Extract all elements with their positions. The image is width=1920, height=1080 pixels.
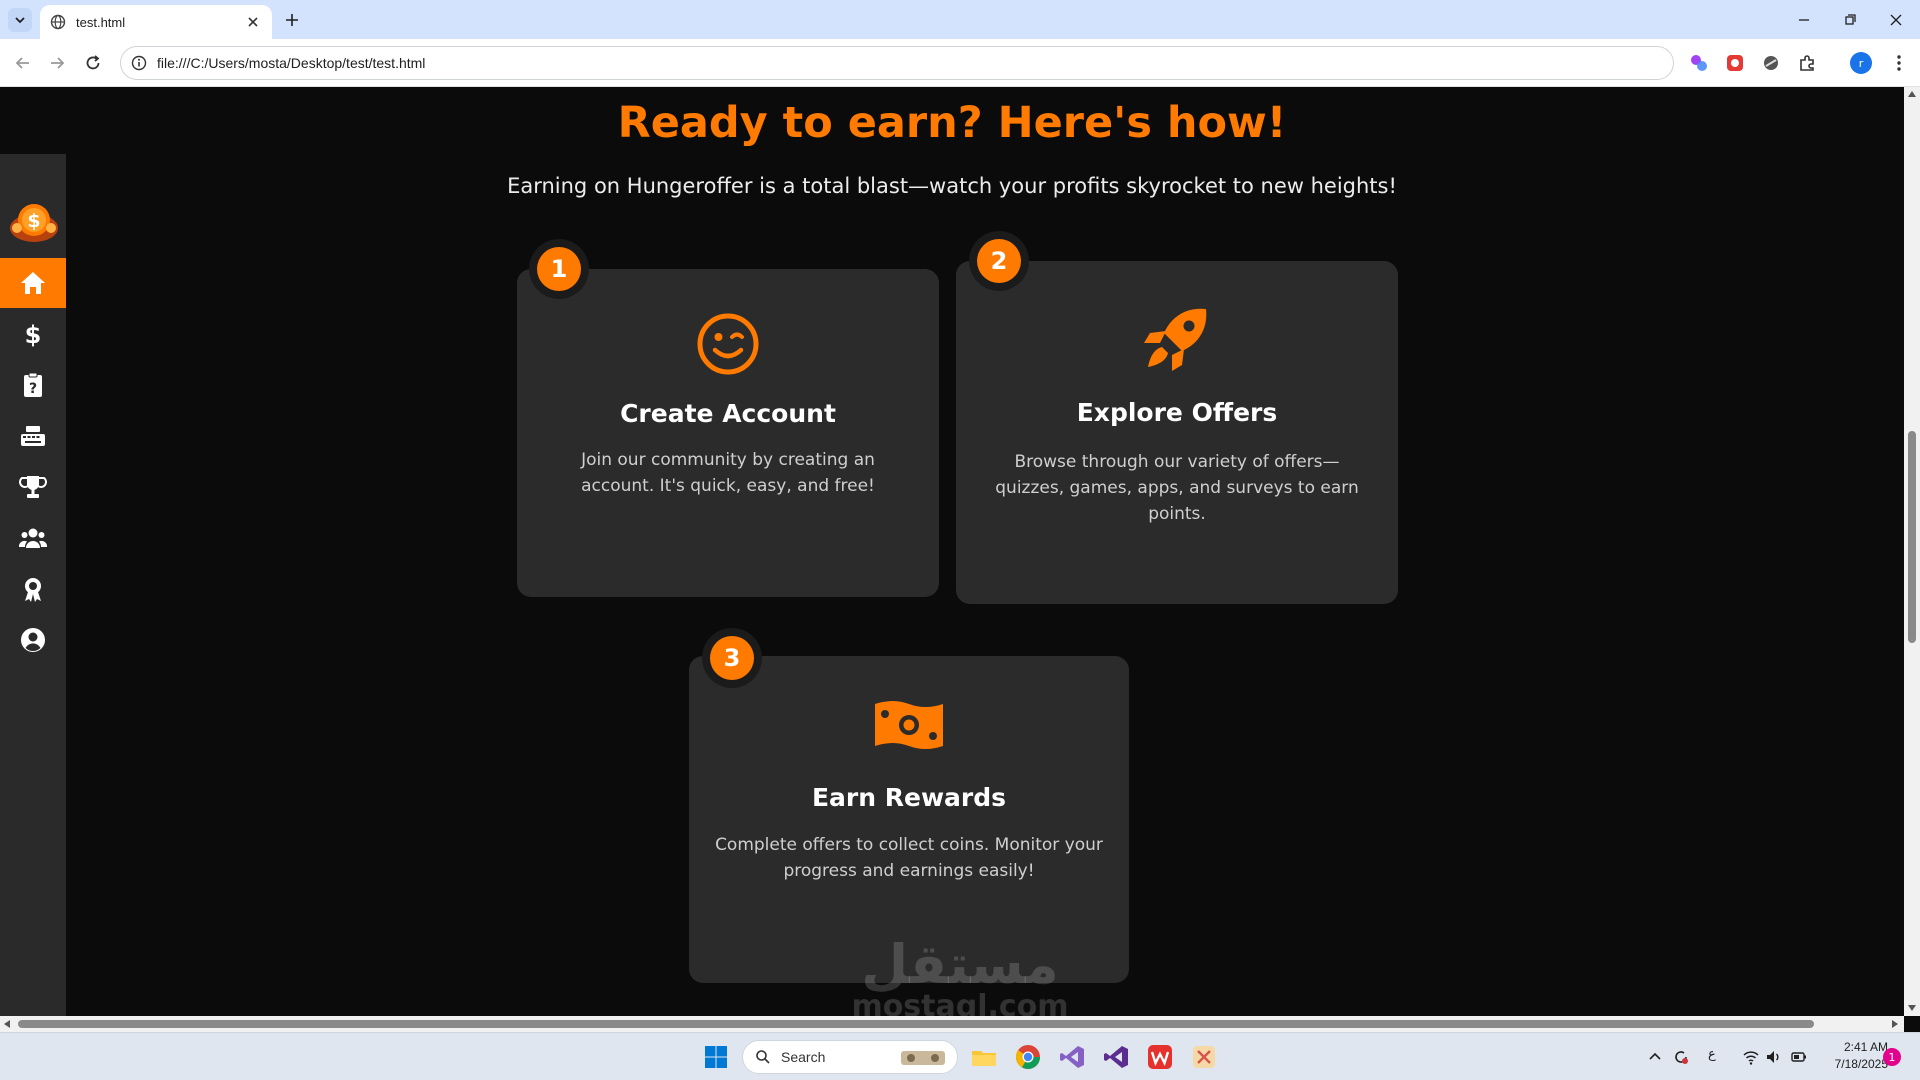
chevron-up-icon[interactable] (1646, 1048, 1664, 1066)
windows-taskbar: Search ع 2:41 AM 7/18/2025 1 (0, 1032, 1920, 1080)
scroll-right-arrow-icon[interactable] (1892, 1020, 1898, 1028)
step-number-badge: 3 (702, 628, 762, 688)
trophy-icon (19, 476, 47, 498)
rocket-icon (1144, 308, 1207, 371)
new-tab-icon[interactable] (282, 10, 302, 30)
kebab-menu-icon[interactable] (1888, 52, 1910, 74)
scroll-down-arrow-icon[interactable] (1908, 1005, 1916, 1011)
step-number-badge: 1 (529, 239, 589, 299)
taskbar-search-box[interactable]: Search (742, 1040, 958, 1074)
restore-icon[interactable] (1840, 10, 1860, 30)
visual-studio-icon[interactable] (1102, 1043, 1130, 1071)
svg-text:?: ? (29, 381, 37, 397)
keyboard-icon (21, 426, 45, 446)
page-viewport: $ $ ? Ready to earn? Here's how! Earning… (0, 87, 1904, 1016)
sidebar-item-home[interactable] (0, 258, 66, 308)
horizontal-scrollbar[interactable] (0, 1016, 1904, 1032)
scroll-up-arrow-icon[interactable] (1908, 91, 1916, 97)
section-subheading: Earning on Hungeroffer is a total blast—… (507, 174, 1397, 198)
users-icon (18, 528, 48, 548)
step-title: Create Account (620, 399, 836, 428)
user-circle-icon (21, 628, 45, 652)
sidebar-item-profile[interactable] (0, 615, 66, 665)
address-bar[interactable]: file:///C:/Users/mosta/Desktop/test/test… (120, 46, 1674, 80)
profile-avatar[interactable]: r (1850, 52, 1872, 74)
extension-gray-icon[interactable] (1760, 52, 1782, 74)
step-description: Join our community by creating an accoun… (581, 450, 875, 496)
back-arrow-icon[interactable] (12, 52, 34, 74)
svg-text:$: $ (25, 321, 42, 349)
step-title: Earn Rewards (811, 783, 1007, 812)
home-icon (21, 272, 45, 294)
site-info-icon[interactable] (131, 55, 147, 71)
step-description: Complete offers to collect coins. Monito… (715, 835, 1103, 881)
search-highlight-icon (901, 1051, 945, 1065)
browser-toolbar: file:///C:/Users/mosta/Desktop/test/test… (0, 39, 1920, 87)
step-description: Browse through our variety of offers—qui… (995, 452, 1359, 524)
sidebar-item-leaderboard[interactable] (0, 462, 66, 512)
sidebar-item-quizzes[interactable]: ? (0, 360, 66, 410)
url-text: file:///C:/Users/mosta/Desktop/test/test… (157, 55, 426, 71)
tab-title: test.html (76, 14, 126, 30)
extension-puzzle-color-icon[interactable] (1688, 52, 1710, 74)
mostaql-watermark: مستقل mostaql.com (851, 933, 1069, 1017)
quiz-clipboard-icon: ? (24, 372, 42, 397)
snipping-tool-icon[interactable] (1190, 1043, 1218, 1071)
chevron-down-icon (15, 17, 25, 24)
step-number-badge: 2 (969, 231, 1029, 291)
award-icon (25, 578, 41, 602)
sidebar-item-typing[interactable] (0, 411, 66, 461)
step-card-explore-offers: Explore Offers Browse through our variet… (956, 261, 1398, 604)
file-explorer-icon[interactable] (970, 1043, 998, 1071)
svg-text:$: $ (27, 210, 40, 232)
taskbar-clock[interactable]: 2:41 AM 7/18/2025 (1812, 1039, 1888, 1073)
wps-office-icon[interactable] (1146, 1043, 1174, 1071)
sidebar-item-referrals[interactable] (0, 513, 66, 563)
hungeroffer-logo[interactable]: $ (9, 198, 59, 248)
close-window-icon[interactable] (1886, 10, 1906, 30)
sidebar-item-earn[interactable]: $ (0, 309, 66, 359)
reload-icon[interactable] (82, 52, 104, 74)
step-title: Explore Offers (1076, 398, 1278, 427)
section-heading: Ready to earn? Here's how! (617, 98, 1287, 148)
horizontal-scroll-thumb[interactable] (18, 1020, 1814, 1028)
globe-icon (50, 14, 66, 30)
wink-smile-icon (697, 313, 759, 375)
money-bill-icon (875, 701, 943, 749)
browser-tab[interactable]: test.html (40, 5, 272, 39)
wifi-icon[interactable] (1742, 1048, 1760, 1066)
scroll-left-arrow-icon[interactable] (4, 1020, 10, 1028)
forward-arrow-icon[interactable] (46, 52, 68, 74)
sidebar-item-achievements[interactable] (0, 564, 66, 614)
visual-studio-color-icon[interactable] (1058, 1043, 1086, 1071)
step-card-create-account: Create Account Join our community by cre… (517, 269, 939, 597)
minimize-icon[interactable] (1794, 10, 1814, 30)
vertical-scrollbar[interactable] (1904, 87, 1920, 1016)
chrome-icon[interactable] (1014, 1043, 1042, 1071)
input-language-indicator[interactable]: ع (1708, 1047, 1716, 1062)
sync-icon[interactable] (1672, 1048, 1690, 1066)
volume-icon[interactable] (1764, 1048, 1782, 1066)
search-icon (756, 1050, 770, 1064)
notification-badge[interactable]: 1 (1883, 1048, 1901, 1066)
windows-start-icon[interactable] (704, 1045, 728, 1069)
sidebar: $ $ ? (0, 154, 66, 1016)
vertical-scroll-thumb[interactable] (1908, 431, 1916, 643)
extensions-puzzle-icon[interactable] (1796, 52, 1818, 74)
extension-red-icon[interactable] (1724, 52, 1746, 74)
battery-icon[interactable] (1790, 1048, 1808, 1066)
tab-search-button[interactable] (8, 8, 32, 32)
close-tab-icon[interactable] (246, 15, 260, 29)
browser-tab-bar: test.html (0, 0, 1920, 39)
dollar-icon: $ (25, 321, 42, 349)
